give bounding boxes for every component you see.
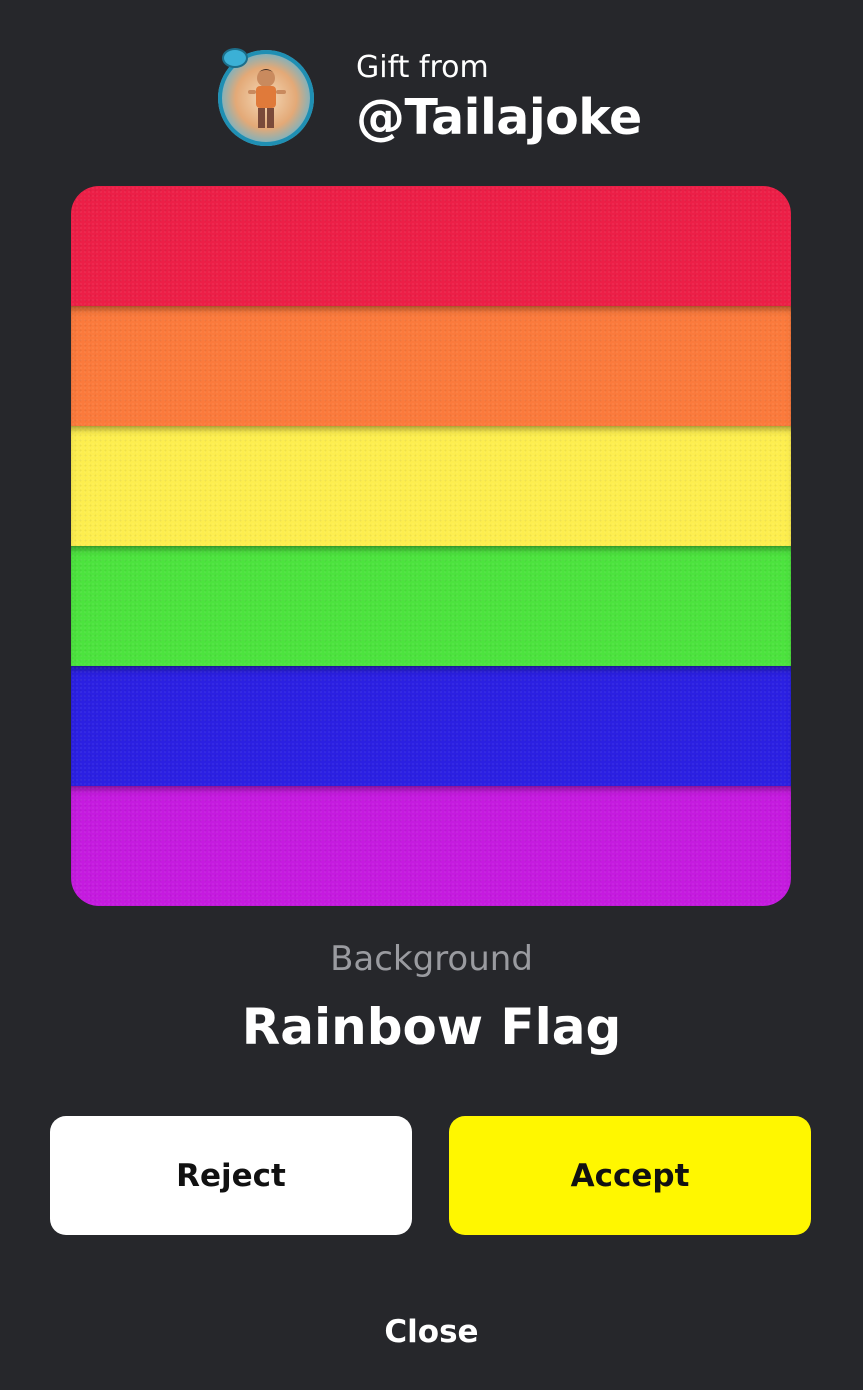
flag-stripe [71,546,791,666]
sender-avatar[interactable] [218,48,314,146]
close-button[interactable]: Close [0,1310,863,1354]
item-type-label: Background [330,939,533,979]
avatar-hat-icon [222,48,248,68]
gift-from-label: Gift from [356,50,489,85]
reject-button[interactable]: Reject [50,1116,412,1235]
flag-stripe [71,786,791,906]
rainbow-flag-preview [71,186,791,906]
accept-button[interactable]: Accept [449,1116,811,1235]
item-name-title: Rainbow Flag [241,998,622,1056]
flag-stripe [71,426,791,546]
flag-stripe [71,186,791,306]
gift-header: Gift from @Tailajoke [218,48,642,148]
sender-username[interactable]: @Tailajoke [356,88,642,148]
flag-stripe [71,306,791,426]
avatar-character-icon [248,69,286,128]
header-text: Gift from @Tailajoke [356,48,642,148]
flag-stripe [71,666,791,786]
